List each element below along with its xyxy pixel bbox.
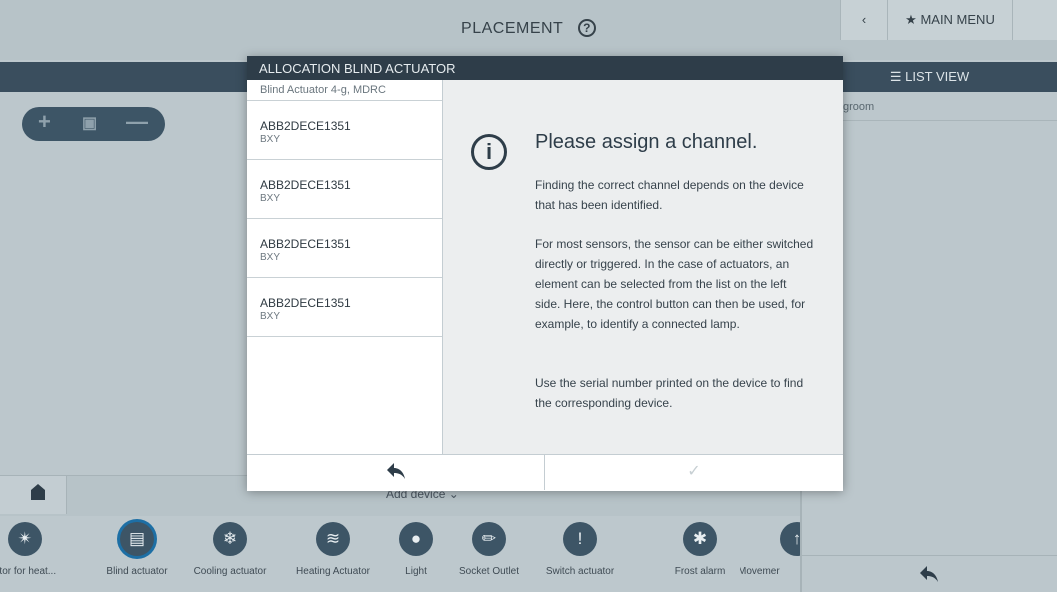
channel-item[interactable]: ABB2DECE1351 BXY [247,278,442,337]
palette-item[interactable]: ● Light [379,522,453,577]
channel-item-sub: BXY [260,252,281,263]
main-menu-button[interactable]: ★ MAIN MENU [887,0,1012,40]
movement-icon: ↑ [780,522,800,556]
snowflake-icon: ❄ [213,522,247,556]
list-icon: ☰ [889,69,902,84]
star-icon: ★ [905,12,917,27]
channel-item-sub: BXY [260,311,281,322]
info-paragraph: Finding the correct channel depends on t… [535,178,804,212]
channel-item[interactable]: ABB2DECE1351 BXY [247,219,442,278]
list-view-label: LIST VIEW [905,69,970,84]
device-subtitle: Blind Actuator 4-g, MDRC [260,84,386,96]
back-button[interactable]: ‹ [840,0,887,40]
minus-icon[interactable]: — [126,109,148,135]
palette-item-label: Blind actuator [106,566,168,577]
back-arrow-icon [920,566,938,582]
palette-item-label: Socket Outlet [458,566,520,577]
channel-item[interactable]: ABB2DECE1351 BXY [247,101,442,160]
channel-item-sub: BXY [260,134,281,145]
info-paragraph: For most sensors, the sensor can be eith… [535,237,814,331]
channel-item-name: ABB2DECE1351 [260,237,351,251]
palette-item[interactable]: ! Switch actuator [543,522,617,577]
app-window: PLACEMENT ? ‹ ★ MAIN MENU ☰ LIST VIEW + … [0,0,1057,592]
dialog-header: ALLOCATION BLIND ACTUATOR [247,56,843,80]
socket-icon: ✏ [472,522,506,556]
channel-item[interactable]: ABB2DECE1351 BXY [247,160,442,219]
palette-item[interactable]: ≋ Heating Actuator [296,522,370,577]
actuator-heat-icon: ✴ [8,522,42,556]
info-icon: i [471,134,507,170]
right-back-button[interactable] [802,555,1057,592]
palette-item[interactable]: ▤ Blind actuator [100,522,174,577]
palette-item-label: Movemer [740,566,780,577]
palette-item-label: Switch actuator [545,566,615,577]
frost-icon: ✱ [683,522,717,556]
palette-item[interactable]: ✏ Socket Outlet [452,522,526,577]
palette-item-label: Light [405,566,427,577]
fit-screen-icon[interactable]: ▣ [82,113,97,133]
chevron-left-icon: ‹ [861,12,867,27]
palette-item[interactable]: ✴ ator for heat... [0,522,62,577]
plus-icon[interactable]: + [38,109,51,135]
divider [843,120,1057,121]
help-circle-icon[interactable]: ? [577,19,596,37]
room-label: groom [843,101,875,113]
palette-item[interactable]: ✱ Frost alarm [663,522,737,577]
palette-item-label: Cooling actuator [193,566,267,577]
palette-item[interactable]: ❄ Cooling actuator [193,522,267,577]
info-paragraph: Use the serial number printed on the dev… [535,376,804,410]
back-arrow-icon [387,463,405,479]
heat-icon: ≋ [316,522,350,556]
dialog-title: ALLOCATION BLIND ACTUATOR [259,61,456,76]
channel-item-name: ABB2DECE1351 [260,119,351,133]
forward-button[interactable] [1012,0,1057,40]
house-icon [31,484,45,500]
checkmark-icon: ✓ [687,463,701,480]
main-menu-label: MAIN MENU [920,12,995,27]
channel-item-name: ABB2DECE1351 [260,178,351,192]
blind-icon: ▤ [120,522,154,556]
channel-list: Blind Actuator 4-g, MDRC ABB2DECE1351 BX… [247,80,443,454]
page-title-text: PLACEMENT [461,20,564,37]
bulb-icon: ● [399,522,433,556]
palette-item-label: ator for heat... [0,566,57,577]
channel-item-name: ABB2DECE1351 [260,296,351,310]
switch-icon: ! [563,522,597,556]
channel-item-sub: BXY [260,193,281,204]
zoom-control: + ▣ — [22,107,165,141]
dialog-heading: Please assign a channel. [535,131,758,153]
dialog-back-button[interactable] [247,454,545,490]
palette-item-label: Frost alarm [674,566,726,577]
dialog-confirm-button[interactable]: ✓ [545,454,843,490]
allocation-dialog: ALLOCATION BLIND ACTUATOR Blind Actuator… [247,56,843,491]
palette-item[interactable]: ↑ Movemer [740,522,800,577]
palette-item-label: Heating Actuator [296,566,370,577]
